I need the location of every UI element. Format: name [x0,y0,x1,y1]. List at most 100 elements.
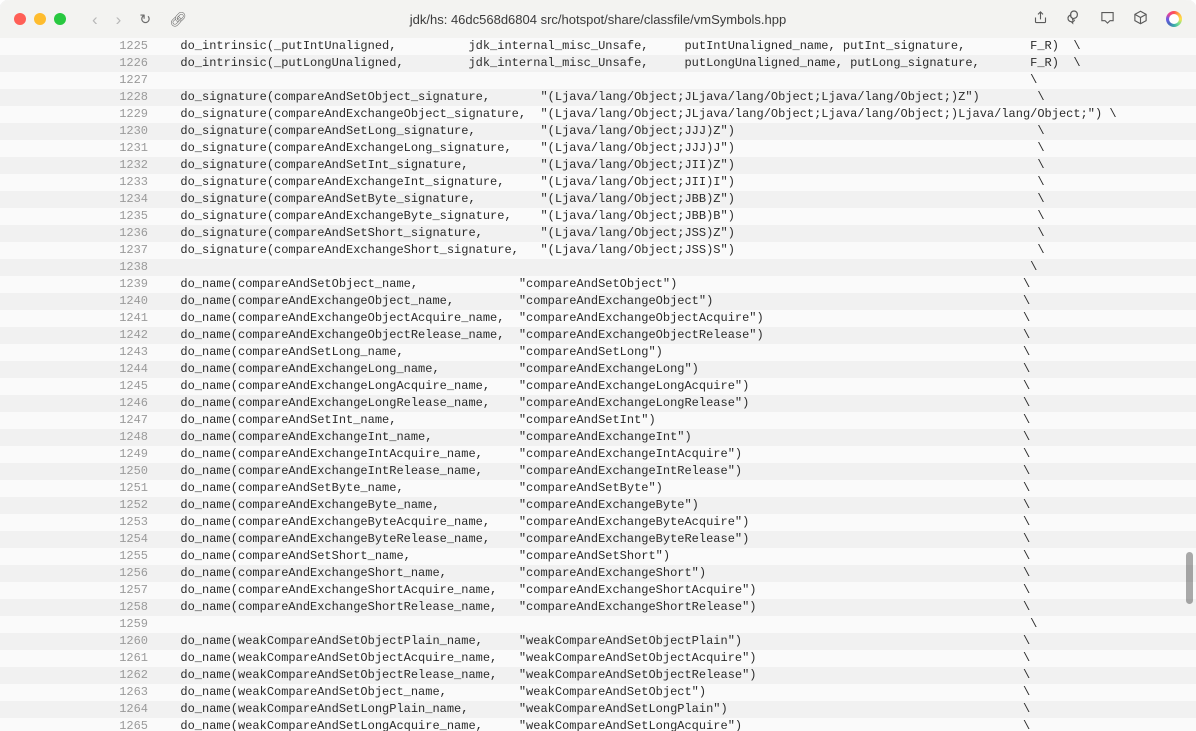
code-row: 1252 do_name(compareAndExchangeByte_name… [0,497,1196,514]
line-number: 1241 [0,310,160,327]
code-row: 1227 \ [0,72,1196,89]
scrollbar-thumb[interactable] [1186,552,1193,604]
code-text[interactable]: do_name(compareAndExchangeByte_name, "co… [160,497,1196,514]
code-text[interactable]: do_name(weakCompareAndSetObject_name, "w… [160,684,1196,701]
line-number: 1257 [0,582,160,599]
code-text[interactable]: do_signature(compareAndExchangeInt_signa… [160,174,1196,191]
code-row: 1233 do_signature(compareAndExchangeInt_… [0,174,1196,191]
code-text[interactable]: \ [160,259,1196,276]
line-number: 1255 [0,548,160,565]
line-number: 1238 [0,259,160,276]
close-button[interactable] [14,13,26,25]
line-number: 1263 [0,684,160,701]
code-row: 1255 do_name(compareAndSetShort_name, "c… [0,548,1196,565]
code-text[interactable]: do_name(compareAndSetInt_name, "compareA… [160,412,1196,429]
code-text[interactable]: do_name(weakCompareAndSetObjectAcquire_n… [160,650,1196,667]
code-text[interactable]: do_signature(compareAndExchangeObject_si… [160,106,1196,123]
code-text[interactable]: do_signature(compareAndSetByte_signature… [160,191,1196,208]
code-text[interactable]: do_name(compareAndExchangeByteRelease_na… [160,531,1196,548]
code-text[interactable]: do_name(compareAndExchangeShortAcquire_n… [160,582,1196,599]
share-icon[interactable] [1033,10,1048,29]
code-text[interactable]: do_name(weakCompareAndSetLongAcquire_nam… [160,718,1196,731]
code-row: 1249 do_name(compareAndExchangeIntAcquir… [0,446,1196,463]
code-text[interactable]: \ [160,72,1196,89]
code-text[interactable]: do_name(compareAndExchangeLongRelease_na… [160,395,1196,412]
line-number: 1240 [0,293,160,310]
line-number: 1239 [0,276,160,293]
line-number: 1243 [0,344,160,361]
profile-icon[interactable] [1166,11,1182,27]
code-text[interactable]: do_signature(compareAndExchangeShort_sig… [160,242,1196,259]
line-number: 1259 [0,616,160,633]
code-text[interactable]: do_intrinsic(_putLongUnaligned, jdk_inte… [160,55,1196,72]
line-number: 1225 [0,38,160,55]
code-text[interactable]: do_name(weakCompareAndSetLongPlain_name,… [160,701,1196,718]
code-row: 1260 do_name(weakCompareAndSetObjectPlai… [0,633,1196,650]
line-number: 1228 [0,89,160,106]
code-row: 1254 do_name(compareAndExchangeByteRelea… [0,531,1196,548]
line-number: 1261 [0,650,160,667]
line-number: 1226 [0,55,160,72]
code-text[interactable]: do_name(compareAndExchangeObjectRelease_… [160,327,1196,344]
line-number: 1230 [0,123,160,140]
code-row: 1235 do_signature(compareAndExchangeByte… [0,208,1196,225]
code-text[interactable]: do_name(compareAndSetByte_name, "compare… [160,480,1196,497]
line-number: 1248 [0,429,160,446]
line-number: 1247 [0,412,160,429]
line-number: 1246 [0,395,160,412]
code-text[interactable]: do_name(compareAndExchangeObject_name, "… [160,293,1196,310]
code-text[interactable]: do_name(compareAndExchangeInt_name, "com… [160,429,1196,446]
code-text[interactable]: do_name(compareAndExchangeShortRelease_n… [160,599,1196,616]
code-text[interactable]: \ [160,616,1196,633]
forward-button[interactable]: › [116,11,122,28]
code-row: 1225 do_intrinsic(_putIntUnaligned, jdk_… [0,38,1196,55]
code-text[interactable]: do_name(compareAndSetShort_name, "compar… [160,548,1196,565]
code-text[interactable]: do_name(compareAndExchangeLong_name, "co… [160,361,1196,378]
code-text[interactable]: do_signature(compareAndExchangeByte_sign… [160,208,1196,225]
code-row: 1232 do_signature(compareAndSetInt_signa… [0,157,1196,174]
maximize-button[interactable] [54,13,66,25]
code-row: 1256 do_name(compareAndExchangeShort_nam… [0,565,1196,582]
code-text[interactable]: do_signature(compareAndSetLong_signature… [160,123,1196,140]
reload-icon[interactable]: ↻ [139,11,151,28]
code-text[interactable]: do_name(compareAndExchangeIntRelease_nam… [160,463,1196,480]
line-number: 1254 [0,531,160,548]
back-button[interactable]: ‹ [92,11,98,28]
line-number: 1258 [0,599,160,616]
code-row: 1236 do_signature(compareAndSetShort_sig… [0,225,1196,242]
code-text[interactable]: do_name(weakCompareAndSetObjectRelease_n… [160,667,1196,684]
line-number: 1236 [0,225,160,242]
comment-icon[interactable] [1100,10,1115,29]
page-title: jdk/hs: 46dc568d6804 src/hotspot/share/c… [410,12,786,27]
line-number: 1229 [0,106,160,123]
titlebar: ‹ › ↻ 🔗︎ jdk/hs: 46dc568d6804 src/hotspo… [0,0,1196,38]
window-controls [14,13,66,25]
code-text[interactable]: do_signature(compareAndSetInt_signature,… [160,157,1196,174]
chat-icon[interactable] [1066,9,1082,29]
code-row: 1229 do_signature(compareAndExchangeObje… [0,106,1196,123]
code-text[interactable]: do_name(compareAndExchangeLongAcquire_na… [160,378,1196,395]
code-text[interactable]: do_signature(compareAndExchangeLong_sign… [160,140,1196,157]
minimize-button[interactable] [34,13,46,25]
code-text[interactable]: do_name(compareAndExchangeObjectAcquire_… [160,310,1196,327]
code-text[interactable]: do_name(compareAndSetLong_name, "compare… [160,344,1196,361]
link-icon[interactable]: 🔗︎ [169,11,187,28]
code-text[interactable]: do_signature(compareAndSetShort_signatur… [160,225,1196,242]
code-text[interactable]: do_name(compareAndExchangeShort_name, "c… [160,565,1196,582]
line-number: 1251 [0,480,160,497]
package-icon[interactable] [1133,10,1148,29]
line-number: 1245 [0,378,160,395]
line-number: 1249 [0,446,160,463]
code-row: 1251 do_name(compareAndSetByte_name, "co… [0,480,1196,497]
code-text[interactable]: do_signature(compareAndSetObject_signatu… [160,89,1196,106]
code-row: 1241 do_name(compareAndExchangeObjectAcq… [0,310,1196,327]
code-text[interactable]: do_intrinsic(_putIntUnaligned, jdk_inter… [160,38,1196,55]
code-row: 1263 do_name(weakCompareAndSetObject_nam… [0,684,1196,701]
code-text[interactable]: do_name(weakCompareAndSetObjectPlain_nam… [160,633,1196,650]
line-number: 1227 [0,72,160,89]
code-text[interactable]: do_name(compareAndSetObject_name, "compa… [160,276,1196,293]
line-number: 1264 [0,701,160,718]
code-text[interactable]: do_name(compareAndExchangeIntAcquire_nam… [160,446,1196,463]
code-row: 1231 do_signature(compareAndExchangeLong… [0,140,1196,157]
code-text[interactable]: do_name(compareAndExchangeByteAcquire_na… [160,514,1196,531]
